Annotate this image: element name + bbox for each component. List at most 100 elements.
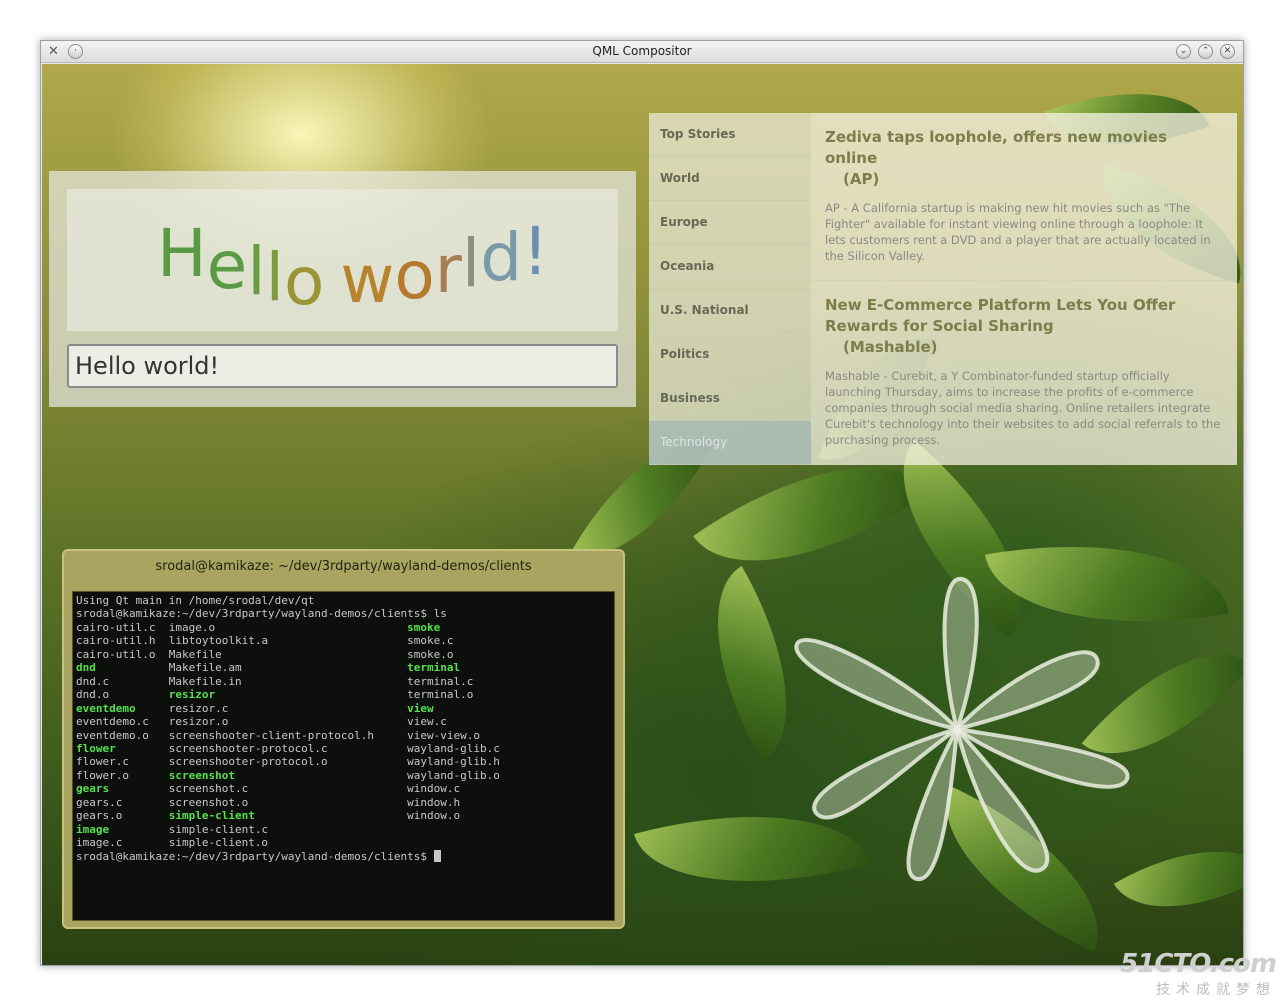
ls-spacer	[155, 621, 168, 634]
ls-spacer	[235, 769, 407, 782]
ls-entry: image.o	[168, 620, 216, 634]
ls-spacer	[149, 729, 169, 742]
ls-entry: eventdemo	[76, 701, 136, 715]
ls-spacer	[242, 675, 408, 688]
window-titlebar[interactable]: ✕ · QML Compositor ⌄ ⌃ ✕	[41, 41, 1243, 63]
ls-spacer	[155, 648, 168, 661]
ls-entry: simple-client	[168, 809, 255, 823]
ls-spacer	[109, 688, 169, 701]
terminal-screen[interactable]: Using Qt main in /home/srodal/dev/qt srod…	[72, 591, 615, 921]
article-summary: AP - A California startup is making new …	[825, 201, 1211, 263]
ls-entry: gears.o	[76, 809, 123, 823]
ls-spacer	[122, 796, 168, 809]
ls-entry: wayland-glib.c	[407, 741, 500, 755]
ls-spacer	[215, 621, 407, 634]
ls-spacer	[116, 742, 169, 755]
ls-entry: eventdemo.o	[76, 728, 149, 742]
flower-client[interactable]	[767, 564, 1142, 894]
news-reader-window[interactable]: Top Stories World Europe Oceania U.S. Na…	[649, 113, 1237, 465]
article-title[interactable]: New E-Commerce Platform Lets You Offer R…	[825, 295, 1223, 358]
ls-entry: window.c	[407, 782, 461, 796]
tab-us-national[interactable]: U.S. National	[649, 289, 811, 333]
article-title-text: New E-Commerce Platform Lets You Offer R…	[825, 296, 1176, 335]
ls-entry: image.c	[76, 836, 123, 850]
ls-spacer	[109, 782, 169, 795]
flower-petal	[942, 576, 979, 731]
minimize-icon[interactable]: ⌄	[1176, 44, 1191, 59]
compositor-desktop[interactable]: Hello world! Hello world! Top Stories Wo…	[42, 64, 1243, 965]
tab-oceania[interactable]: Oceania	[649, 245, 811, 289]
terminal-window[interactable]: srodal@kamikaze: ~/dev/3rdparty/wayland-…	[62, 549, 625, 929]
ls-spacer	[242, 661, 408, 674]
ls-entry: Makefile	[168, 647, 222, 661]
ls-row: cairo-util.c image.o smoke	[76, 621, 611, 634]
hello-world-display: Hello world!	[67, 189, 618, 331]
tab-politics[interactable]: Politics	[649, 333, 811, 377]
ls-spacer	[268, 836, 407, 849]
wave-letter: H	[157, 215, 207, 292]
ls-row: cairo-util.h libtoytoolkit.a smoke.c	[76, 634, 611, 647]
ls-spacer	[328, 742, 407, 755]
tab-europe[interactable]: Europe	[649, 201, 811, 245]
close-icon[interactable]: ✕	[1220, 44, 1235, 59]
terminal-cursor	[433, 849, 441, 862]
ls-row: flower.c screenshooter-protocol.o waylan…	[76, 755, 611, 768]
terminal-prompt-line: srodal@kamikaze:~/dev/3rdparty/wayland-d…	[76, 849, 611, 863]
wave-letter: !	[522, 213, 549, 290]
wave-letter: l	[247, 233, 266, 310]
tab-business[interactable]: Business	[649, 377, 811, 421]
wave-letter: r	[434, 231, 462, 308]
ls-row: cairo-util.o Makefile smoke.o	[76, 648, 611, 661]
ls-row: eventdemo.c resizor.o view.c	[76, 715, 611, 728]
wave-letter: w	[340, 241, 395, 318]
hello-world-window[interactable]: Hello world! Hello world!	[49, 171, 636, 407]
ls-row: image.c simple-client.o	[76, 836, 611, 849]
ls-spacer	[149, 715, 169, 728]
ls-entry: window.h	[407, 795, 461, 809]
ls-row: gears.c screenshot.o window.h	[76, 796, 611, 809]
ls-entry: image	[76, 822, 110, 836]
ls-entry: screenshooter-client-protocol.h	[168, 728, 375, 742]
ls-row: flower screenshooter-protocol.c wayland-…	[76, 742, 611, 755]
ls-entry: cairo-util.o	[76, 647, 156, 661]
ls-spacer	[129, 769, 169, 782]
ls-spacer	[328, 755, 407, 768]
terminal-output: Using Qt main in /home/srodal/dev/qt srod…	[76, 594, 611, 863]
ls-spacer	[96, 661, 169, 674]
ls-entry: screenshooter-protocol.c	[168, 741, 328, 755]
hello-world-input[interactable]: Hello world!	[67, 344, 618, 388]
wave-letter: o	[283, 243, 325, 320]
ls-spacer	[129, 755, 169, 768]
ls-spacer	[374, 729, 407, 742]
terminal-line: srodal@kamikaze:~/dev/3rdparty/wayland-d…	[76, 607, 447, 621]
article-title[interactable]: Zediva taps loophole, offers new movies …	[825, 127, 1223, 190]
ls-entry: eventdemo.c	[76, 715, 149, 729]
ls-entry: simple-client.c	[168, 822, 269, 836]
terminal-title: srodal@kamikaze: ~/dev/3rdparty/wayland-…	[155, 559, 532, 574]
ls-spacer	[268, 634, 407, 647]
ls-entry: resizor.c	[168, 701, 229, 715]
article-title-text: Zediva taps loophole, offers new movies …	[825, 128, 1168, 167]
ls-spacer	[248, 782, 407, 795]
ls-row: image simple-client.c	[76, 823, 611, 836]
tab-world[interactable]: World	[649, 157, 811, 201]
ls-spacer	[215, 688, 407, 701]
tab-top-stories[interactable]: Top Stories	[649, 113, 811, 157]
news-article[interactable]: Zediva taps loophole, offers new movies …	[811, 113, 1237, 264]
news-category-list: Top Stories World Europe Oceania U.S. Na…	[649, 113, 811, 465]
ls-entry: smoke.c	[407, 634, 454, 648]
wave-letter: o	[394, 237, 435, 314]
ls-spacer	[136, 702, 169, 715]
ls-entry: resizor.o	[168, 715, 229, 729]
ls-entry: flower	[76, 741, 116, 755]
tab-technology[interactable]: Technology	[649, 421, 811, 465]
wave-letter: d	[480, 219, 523, 296]
ls-entry: flower.o	[76, 768, 129, 782]
ls-spacer	[109, 675, 169, 688]
news-article[interactable]: New E-Commerce Platform Lets You Offer R…	[811, 280, 1237, 448]
news-article-list[interactable]: Zediva taps loophole, offers new movies …	[811, 113, 1237, 465]
ls-entry: cairo-util.c	[76, 620, 156, 634]
watermark-brand: 51CTO.com	[1120, 949, 1277, 979]
maximize-icon[interactable]: ⌃	[1198, 44, 1213, 59]
ls-spacer	[228, 715, 407, 728]
